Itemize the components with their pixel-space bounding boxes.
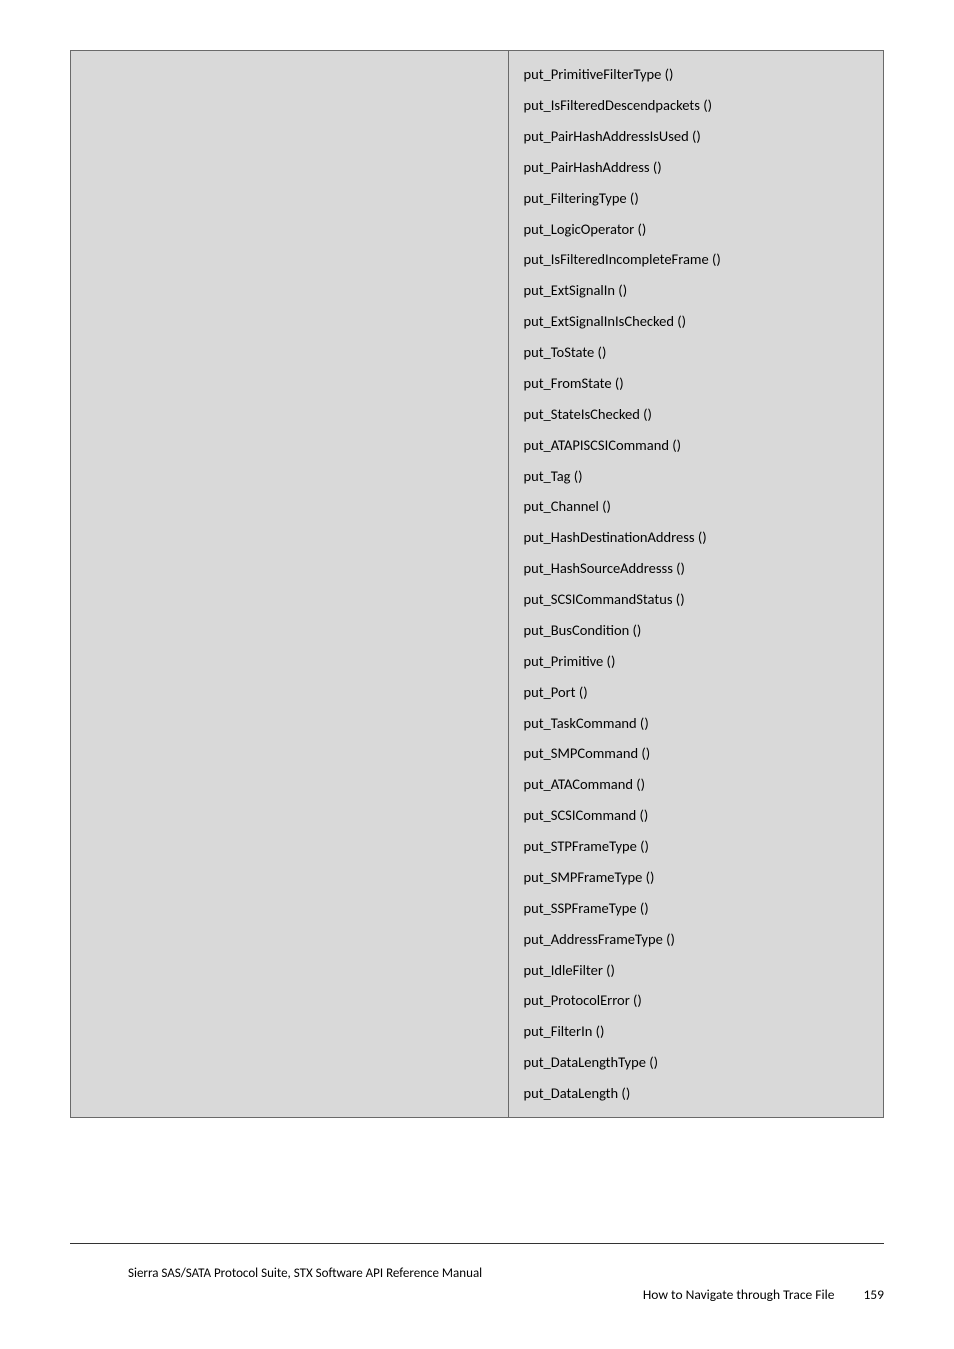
function-entry: put_Primitive () [523, 646, 871, 677]
function-entry: put_StateIsChecked () [523, 399, 871, 430]
footer-rule [70, 1243, 884, 1244]
function-entry: put_PairHashAddress () [523, 152, 871, 183]
function-entry: put_SMPCommand () [523, 738, 871, 769]
function-entry: put_Tag () [523, 460, 871, 491]
function-entry: put_IsFilteredDescendpackets () [523, 90, 871, 121]
function-entry: put_ATAPISCSICommand () [523, 430, 871, 461]
function-entry: put_ExtSignalInIsChecked () [523, 306, 871, 337]
function-entry: put_SCSICommand () [523, 800, 871, 831]
function-entry: put_SMPFrameType () [523, 862, 871, 893]
function-entry: put_PrimitiveFilterType () [523, 59, 871, 90]
function-entry: put_BusCondition () [523, 615, 871, 646]
footer-section: How to Navigate through Trace File 159 [643, 1286, 884, 1303]
footer-doc-title: Sierra SAS/SATA Protocol Suite, STX Soft… [128, 1266, 482, 1281]
table-right-column: put_PrimitiveFilterType ()put_IsFiltered… [509, 51, 883, 1117]
page-container: put_PrimitiveFilterType ()put_IsFiltered… [0, 0, 954, 1349]
function-entry: put_LogicOperator () [523, 213, 871, 244]
function-entry: put_ATACommand () [523, 769, 871, 800]
table-left-column [71, 51, 509, 1117]
function-entry: put_IsFilteredIncompleteFrame () [523, 244, 871, 275]
function-entry: put_FilteringType () [523, 183, 871, 214]
function-entry: put_Port () [523, 677, 871, 708]
function-entry: put_AddressFrameType () [523, 924, 871, 955]
function-entry: put_SCSICommandStatus () [523, 584, 871, 615]
function-entry: put_IdleFilter () [523, 954, 871, 985]
footer-section-title: How to Navigate through Trace File [643, 1286, 835, 1303]
function-entry: put_ProtocolError () [523, 985, 871, 1016]
function-entry: put_PairHashAddressIsUsed () [523, 121, 871, 152]
function-entry: put_DataLengthType () [523, 1047, 871, 1078]
function-entry: put_SSPFrameType () [523, 893, 871, 924]
function-entry: put_DataLength () [523, 1078, 871, 1109]
function-entry: put_ToState () [523, 337, 871, 368]
page-number: 159 [863, 1286, 884, 1303]
function-entry: put_FromState () [523, 368, 871, 399]
function-entry: put_STPFrameType () [523, 831, 871, 862]
function-entry: put_HashSourceAddresss () [523, 553, 871, 584]
function-entry: put_FilterIn () [523, 1016, 871, 1047]
api-table: put_PrimitiveFilterType ()put_IsFiltered… [70, 50, 884, 1118]
function-entry: put_TaskCommand () [523, 707, 871, 738]
function-entry: put_Channel () [523, 491, 871, 522]
function-entry: put_ExtSignalIn () [523, 275, 871, 306]
function-entry: put_HashDestinationAddress () [523, 522, 871, 553]
